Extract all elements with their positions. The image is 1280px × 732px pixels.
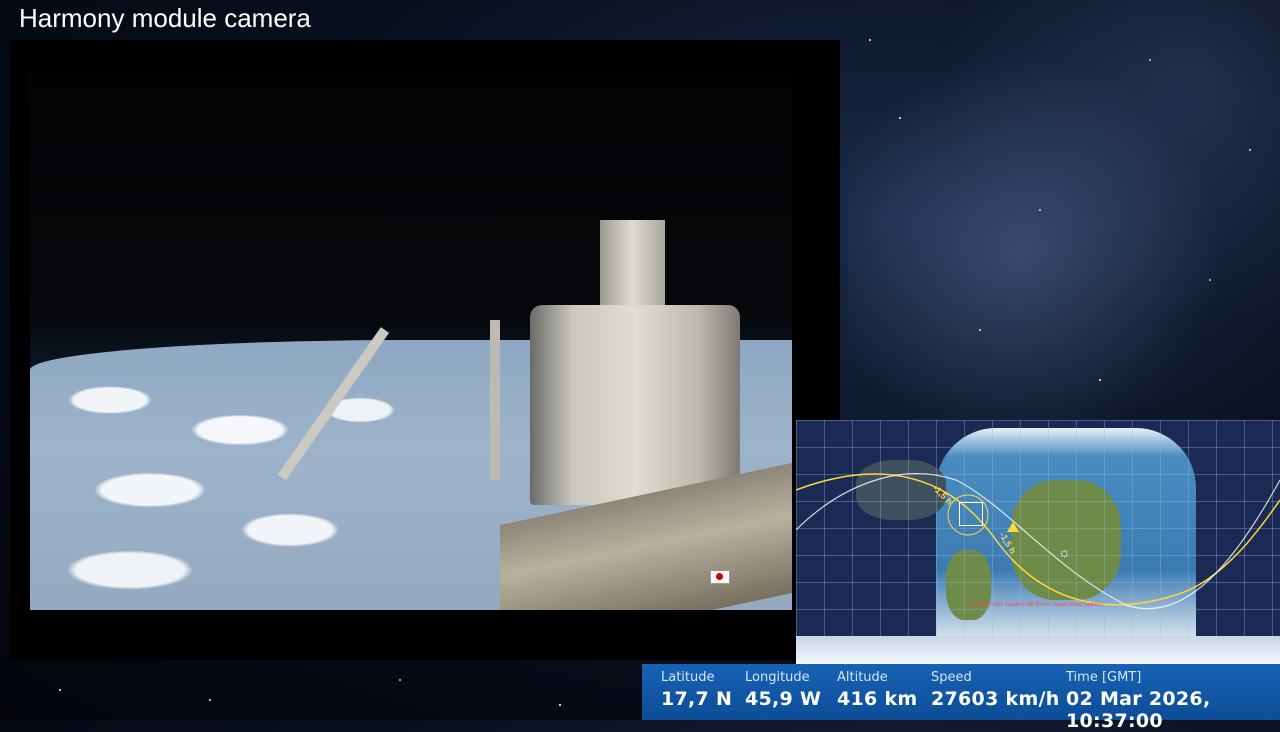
speed-field: Speed 27603 km/h [931, 670, 1060, 710]
iss-position-icon [959, 502, 983, 526]
map-note: Predicted track variation with 90 min. t… [970, 602, 1104, 608]
latitude-label: Latitude [661, 670, 715, 685]
longitude-field: Longitude 45,9 W [745, 670, 821, 710]
altitude-field: Altitude 416 km [837, 670, 918, 710]
robotic-arm-upper [490, 320, 500, 480]
speed-label: Speed [931, 670, 972, 685]
latitude-field: Latitude 17,7 N [661, 670, 732, 710]
iss-ground-track-map[interactable]: -1,5 h -1,5 h ☼ Predicted track variatio… [796, 420, 1280, 664]
time-field: Time [GMT] 02 Mar 2026, 10:37:00 [1066, 670, 1280, 732]
time-value: 02 Mar 2026, 10:37:00 [1066, 688, 1211, 732]
stream-title: Harmony module camera [19, 3, 311, 33]
altitude-value: 416 km [837, 688, 918, 710]
longitude-value: 45,9 W [745, 688, 822, 710]
nebula-background [848, 0, 1280, 420]
latitude-value: 17,7 N [661, 688, 733, 710]
sun-icon: ☼ [1058, 544, 1071, 560]
speed-value: 27603 km/h [931, 688, 1060, 710]
module-cylinder [530, 305, 740, 505]
altitude-label: Altitude [837, 670, 888, 685]
iss-telemetry-bar: Latitude 17,7 N Longitude 45,9 W Altitud… [642, 664, 1280, 732]
japan-flag [710, 570, 730, 584]
orbit-track [796, 473, 1280, 610]
time-label: Time [GMT] [1066, 670, 1142, 685]
camera-feed[interactable] [30, 70, 792, 610]
longitude-label: Longitude [745, 670, 810, 685]
